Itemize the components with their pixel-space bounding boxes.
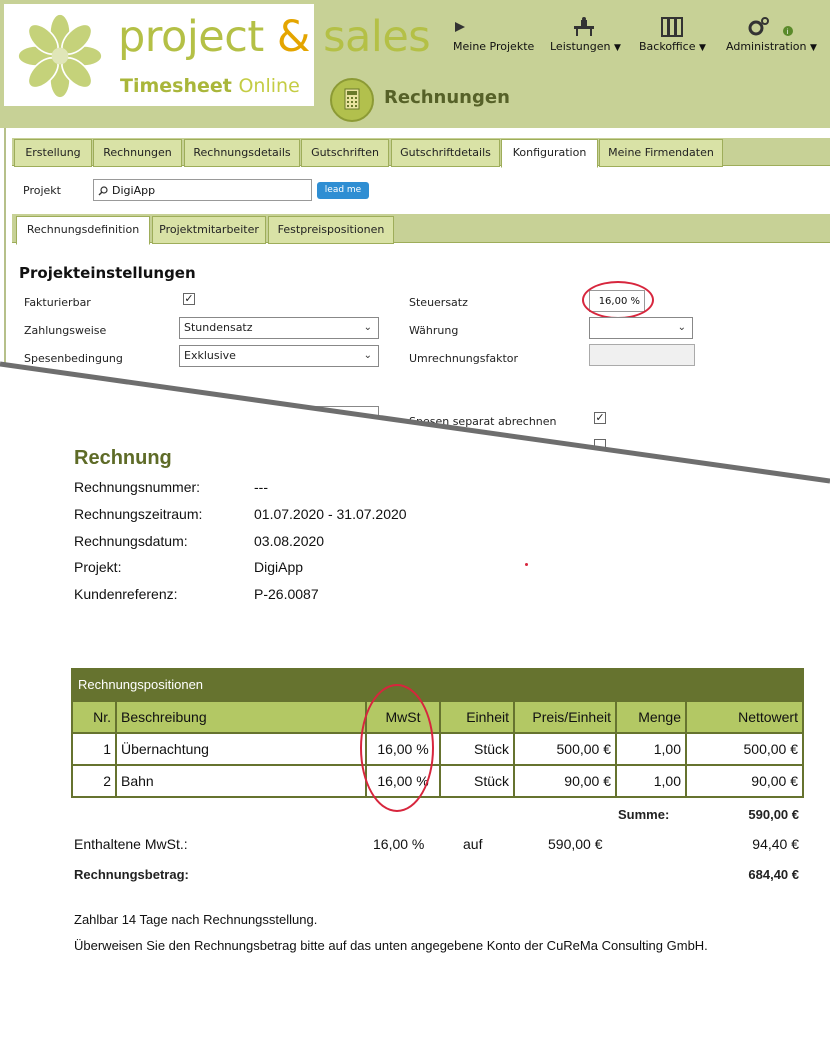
cell-nr: 1	[71, 732, 117, 766]
mwst-auf: auf	[463, 836, 483, 852]
field-value: ---	[254, 479, 268, 495]
field-label: Projekt:	[74, 559, 122, 575]
table-header-row: Nr. Beschreibung MwSt Einheit Preis/Einh…	[71, 700, 804, 734]
field-label: Rechnungsdatum:	[74, 533, 188, 549]
cell-nettowert: 90,00 €	[685, 764, 804, 798]
cell-beschreibung: Bahn	[115, 764, 367, 798]
footer-line: Zahlbar 14 Tage nach Rechnungsstellung.	[74, 912, 318, 927]
cell-preis: 500,00 €	[513, 732, 617, 766]
col-nr: Nr.	[71, 700, 117, 734]
cell-einheit: Stück	[439, 764, 515, 798]
mwst-rate: 16,00 %	[373, 836, 425, 852]
red-dot-marker	[525, 563, 528, 566]
sum-label: Summe:	[618, 807, 670, 822]
col-einheit: Einheit	[439, 700, 515, 734]
table-row: 1 Übernachtung 16,00 % Stück 500,00 € 1,…	[71, 732, 804, 766]
field-value: P-26.0087	[254, 586, 319, 602]
mwst-base: 590,00 €	[548, 836, 603, 852]
mwst-amount: 94,40 €	[752, 836, 799, 852]
field-label: Rechnungszeitraum:	[74, 506, 203, 522]
col-menge: Menge	[615, 700, 687, 734]
field-value: 01.07.2020 - 31.07.2020	[254, 506, 407, 522]
field-value: 03.08.2020	[254, 533, 325, 549]
field-value: DigiApp	[254, 559, 304, 575]
cell-nr: 2	[71, 764, 117, 798]
cell-nettowert: 500,00 €	[685, 732, 804, 766]
total-value: 684,40 €	[748, 867, 799, 882]
highlight-ring-mwst	[360, 684, 434, 812]
positions-table: Rechnungspositionen Nr. Beschreibung MwS…	[71, 668, 804, 798]
app-root: project & sales Timesheet Online Meine P…	[0, 0, 830, 1050]
invoice-title: Rechnung	[74, 447, 172, 469]
total-label: Rechnungsbetrag:	[74, 867, 189, 882]
cell-preis: 90,00 €	[513, 764, 617, 798]
table-row: 2 Bahn 16,00 % Stück 90,00 € 1,00 90,00 …	[71, 764, 804, 798]
cell-menge: 1,00	[615, 732, 687, 766]
invoice-document: Rechnung Rechnungsnummer: --- Rechnungsz…	[0, 0, 830, 1050]
positions-table-title: Rechnungspositionen	[71, 668, 804, 700]
mwst-label: Enthaltene MwSt.:	[74, 836, 188, 852]
cell-menge: 1,00	[615, 764, 687, 798]
col-preis: Preis/Einheit	[513, 700, 617, 734]
sum-value: 590,00 €	[748, 807, 799, 822]
footer-line: Überweisen Sie den Rechnungsbetrag bitte…	[74, 938, 708, 953]
col-nettowert: Nettowert	[685, 700, 804, 734]
cell-einheit: Stück	[439, 732, 515, 766]
field-label: Rechnungsnummer:	[74, 479, 201, 495]
field-label: Kundenreferenz:	[74, 586, 178, 602]
cell-beschreibung: Übernachtung	[115, 732, 367, 766]
col-beschreibung: Beschreibung	[115, 700, 367, 734]
